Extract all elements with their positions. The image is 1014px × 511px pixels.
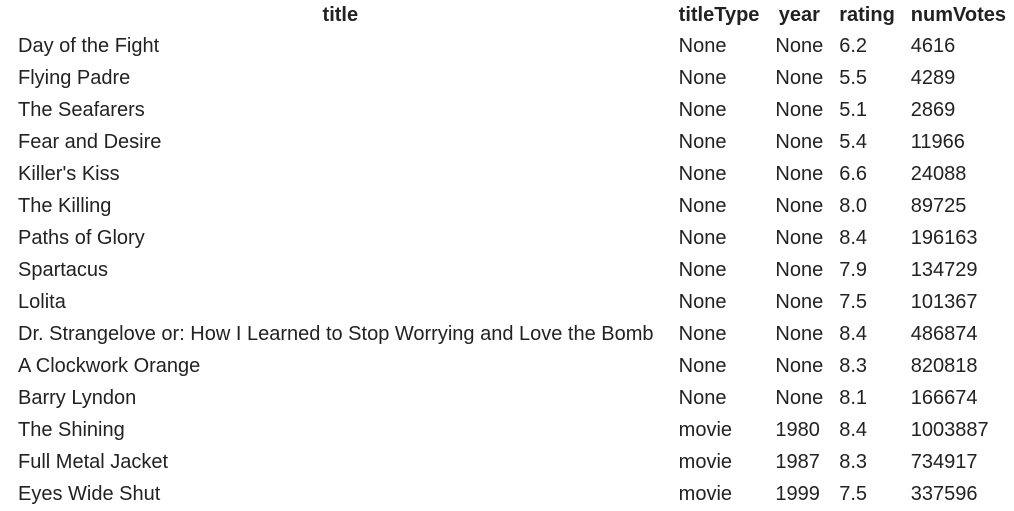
header-row: title titleType year rating numVotes bbox=[10, 0, 1014, 30]
cell-titletype: None bbox=[678, 259, 727, 281]
cell-numvotes: 4289 bbox=[910, 67, 956, 89]
table-row: Paths of Glory None None 8.4 196163 bbox=[10, 222, 1014, 254]
cell-titletype: None bbox=[678, 195, 727, 217]
cell-title: Flying Padre bbox=[18, 67, 131, 89]
cell-rating: 8.3 bbox=[839, 355, 868, 377]
table-row: Killer's Kiss None None 6.6 24088 bbox=[10, 158, 1014, 190]
table-row: Spartacus None None 7.9 134729 bbox=[10, 254, 1014, 286]
table-row: The Seafarers None None 5.1 2869 bbox=[10, 94, 1014, 126]
cell-titletype: None bbox=[678, 131, 727, 153]
table-row: Barry Lyndon None None 8.1 166674 bbox=[10, 382, 1014, 414]
cell-title: Spartacus bbox=[18, 259, 109, 281]
cell-titletype: movie bbox=[678, 419, 733, 441]
cell-rating: 7.9 bbox=[839, 259, 868, 281]
table-row: Lolita None None 7.5 101367 bbox=[10, 286, 1014, 318]
cell-title: Eyes Wide Shut bbox=[18, 483, 161, 505]
cell-rating: 6.2 bbox=[839, 35, 868, 57]
cell-title: Fear and Desire bbox=[18, 131, 162, 153]
cell-numvotes: 337596 bbox=[910, 483, 978, 505]
table-row: Fear and Desire None None 5.4 11966 bbox=[10, 126, 1014, 158]
cell-numvotes: 734917 bbox=[910, 451, 978, 473]
table-row: Flying Padre None None 5.5 4289 bbox=[10, 62, 1014, 94]
cell-rating: 8.4 bbox=[839, 419, 868, 441]
cell-year: None bbox=[775, 35, 824, 57]
cell-numvotes: 820818 bbox=[910, 355, 978, 377]
cell-year: None bbox=[775, 227, 824, 249]
table-row: The Killing None None 8.0 89725 bbox=[10, 190, 1014, 222]
cell-titletype: None bbox=[678, 291, 727, 313]
cell-numvotes: 101367 bbox=[910, 291, 978, 313]
cell-rating: 8.0 bbox=[839, 195, 868, 217]
cell-rating: 8.1 bbox=[839, 387, 868, 409]
cell-titletype: None bbox=[678, 387, 727, 409]
table-row: Dr. Strangelove or: How I Learned to Sto… bbox=[10, 318, 1014, 350]
cell-numvotes: 89725 bbox=[910, 195, 967, 217]
cell-titletype: movie bbox=[678, 451, 733, 473]
table-row: A Clockwork Orange None None 8.3 820818 bbox=[10, 350, 1014, 382]
cell-rating: 7.5 bbox=[839, 291, 868, 313]
cell-numvotes: 1003887 bbox=[910, 419, 989, 441]
column-header-numvotes: numVotes bbox=[910, 3, 1006, 26]
cell-year: None bbox=[775, 259, 824, 281]
cell-title: Killer's Kiss bbox=[18, 163, 120, 185]
cell-rating: 5.1 bbox=[839, 99, 868, 121]
cell-titletype: None bbox=[678, 99, 727, 121]
cell-titletype: None bbox=[678, 35, 727, 57]
cell-year: None bbox=[775, 355, 824, 377]
cell-rating: 8.4 bbox=[839, 323, 868, 345]
cell-title: The Shining bbox=[18, 419, 125, 441]
cell-numvotes: 486874 bbox=[910, 323, 978, 345]
cell-numvotes: 24088 bbox=[910, 163, 967, 185]
cell-numvotes: 4616 bbox=[910, 35, 956, 57]
column-header-rating: rating bbox=[839, 3, 895, 26]
cell-year: None bbox=[775, 163, 824, 185]
cell-numvotes: 166674 bbox=[910, 387, 978, 409]
cell-title: The Seafarers bbox=[18, 99, 145, 121]
cell-year: 1987 bbox=[775, 451, 820, 473]
table-row: The Shining movie 1980 8.4 1003887 bbox=[10, 414, 1014, 446]
cell-year: None bbox=[775, 323, 824, 345]
cell-titletype: None bbox=[678, 323, 727, 345]
cell-rating: 6.6 bbox=[839, 163, 868, 185]
column-header-title: title bbox=[322, 3, 359, 26]
cell-title: A Clockwork Orange bbox=[18, 355, 201, 377]
cell-titletype: movie bbox=[678, 483, 733, 505]
cell-year: 1999 bbox=[775, 483, 820, 505]
cell-rating: 5.4 bbox=[839, 131, 868, 153]
cell-title: Day of the Fight bbox=[18, 35, 160, 57]
cell-title: Barry Lyndon bbox=[18, 387, 137, 409]
cell-numvotes: 11966 bbox=[910, 131, 965, 153]
cell-year: None bbox=[775, 67, 824, 89]
cell-numvotes: 196163 bbox=[910, 227, 978, 249]
dataframe-table: title titleType year rating numVotes Day… bbox=[10, 0, 1014, 510]
cell-numvotes: 2869 bbox=[910, 99, 956, 121]
cell-year: None bbox=[775, 387, 824, 409]
cell-rating: 7.5 bbox=[839, 483, 868, 505]
cell-titletype: None bbox=[678, 227, 727, 249]
cell-year: 1980 bbox=[775, 419, 820, 441]
cell-rating: 8.4 bbox=[839, 227, 868, 249]
cell-rating: 5.5 bbox=[839, 67, 868, 89]
cell-year: None bbox=[775, 195, 824, 217]
cell-titletype: None bbox=[678, 355, 727, 377]
cell-title: Full Metal Jacket bbox=[18, 451, 169, 473]
cell-title: Dr. Strangelove or: How I Learned to Sto… bbox=[18, 323, 654, 345]
column-header-titletype: titleType bbox=[678, 3, 760, 26]
table-body: Day of the Fight None None 6.2 4616 Flying Pa… bbox=[10, 30, 1014, 510]
table-header: title titleType year rating numVotes bbox=[10, 0, 1014, 30]
cell-year: None bbox=[775, 291, 824, 313]
cell-numvotes: 134729 bbox=[910, 259, 978, 281]
cell-title: Paths of Glory bbox=[18, 227, 145, 249]
cell-rating: 8.3 bbox=[839, 451, 868, 473]
cell-title: The Killing bbox=[18, 195, 112, 217]
table-row: Eyes Wide Shut movie 1999 7.5 337596 bbox=[10, 478, 1014, 510]
table-row: Day of the Fight None None 6.2 4616 bbox=[10, 30, 1014, 62]
table-row: Full Metal Jacket movie 1987 8.3 734917 bbox=[10, 446, 1014, 478]
cell-titletype: None bbox=[678, 67, 727, 89]
cell-year: None bbox=[775, 131, 824, 153]
column-header-year: year bbox=[778, 3, 820, 26]
cell-title: Lolita bbox=[18, 291, 66, 313]
cell-year: None bbox=[775, 99, 824, 121]
cell-titletype: None bbox=[678, 163, 727, 185]
